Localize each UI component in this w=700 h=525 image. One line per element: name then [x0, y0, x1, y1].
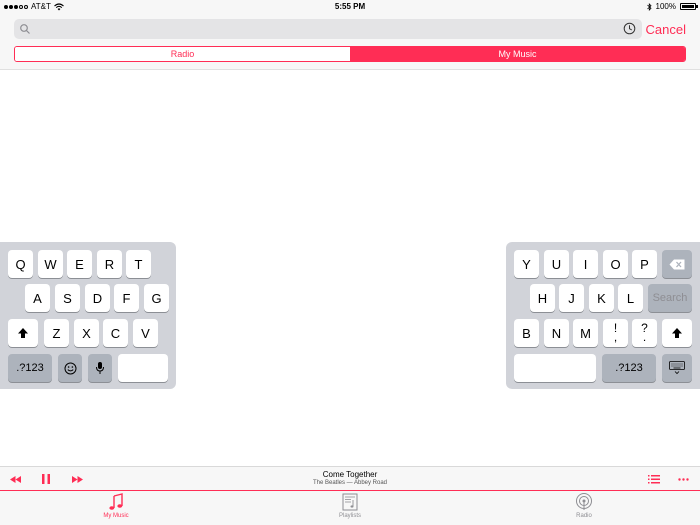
key-i[interactable]: I — [573, 250, 598, 278]
bluetooth-icon — [646, 2, 652, 11]
tab-playlists-label: Playlists — [338, 513, 361, 519]
numbers-key-left[interactable]: .?123 — [8, 354, 52, 382]
key-w[interactable]: W — [38, 250, 63, 278]
now-playing-bar[interactable]: Come Together The Beatles — Abbey Road — [0, 466, 700, 491]
backspace-icon — [669, 259, 685, 269]
key-question-period[interactable]: ?. — [632, 319, 657, 347]
key-l[interactable]: L — [618, 284, 643, 312]
cancel-button[interactable]: Cancel — [646, 22, 686, 37]
tab-my-music-label: My Music — [103, 513, 129, 519]
search-icon — [20, 24, 30, 34]
emoji-icon — [64, 362, 76, 374]
segment-my-music[interactable]: My Music — [350, 47, 685, 61]
status-bar: AT&T 5:55 PM 100% — [0, 0, 700, 14]
search-input[interactable] — [36, 19, 616, 39]
key-z[interactable]: Z — [44, 319, 69, 347]
tab-radio[interactable]: Radio — [544, 493, 624, 519]
search-header: Cancel Radio My Music — [0, 14, 700, 70]
keyboard-right-half: Y U I O P H J K L Search B N M !, ?. .?1… — [506, 242, 700, 389]
tab-radio-label: Radio — [576, 513, 592, 519]
hide-keyboard-key[interactable] — [662, 354, 692, 382]
key-f[interactable]: F — [114, 284, 139, 312]
now-playing-subtitle: The Beatles — Abbey Road — [312, 480, 388, 486]
playlists-icon — [342, 493, 358, 511]
music-note-icon — [109, 493, 123, 510]
more-icon — [678, 477, 689, 481]
battery-icon — [680, 3, 698, 10]
emoji-key[interactable] — [58, 354, 82, 382]
shift-key-right[interactable] — [662, 319, 692, 347]
space-key-right[interactable] — [514, 354, 596, 382]
key-y[interactable]: Y — [514, 250, 539, 278]
key-e[interactable]: E — [67, 250, 92, 278]
key-g[interactable]: G — [144, 284, 169, 312]
radio-icon — [576, 493, 592, 510]
up-next-button[interactable] — [648, 473, 660, 485]
shift-icon — [18, 328, 28, 338]
key-u[interactable]: U — [544, 250, 569, 278]
key-j[interactable]: J — [559, 284, 584, 312]
key-d[interactable]: D — [85, 284, 110, 312]
status-right: 100% — [646, 2, 698, 11]
key-t[interactable]: T — [126, 250, 151, 278]
space-key-left[interactable] — [118, 354, 168, 382]
now-playing-title: Come Together — [322, 470, 378, 479]
key-period-bottom: . — [642, 330, 647, 344]
key-k[interactable]: K — [589, 284, 614, 312]
delete-key[interactable] — [662, 250, 692, 278]
source-segmented-control: Radio My Music — [14, 46, 686, 62]
tab-bar: My Music Playlists Radio — [0, 491, 700, 525]
shift-icon — [672, 328, 682, 338]
key-c[interactable]: C — [103, 319, 128, 347]
key-h[interactable]: H — [530, 284, 555, 312]
segment-radio[interactable]: Radio — [15, 47, 350, 61]
microphone-icon — [96, 362, 104, 374]
keyboard-dismiss-icon — [669, 361, 685, 375]
key-a[interactable]: A — [25, 284, 50, 312]
key-b[interactable]: B — [514, 319, 539, 347]
key-s[interactable]: S — [55, 284, 80, 312]
recent-searches-icon[interactable] — [623, 22, 636, 35]
list-icon — [648, 474, 660, 483]
battery-percent: 100% — [655, 2, 676, 11]
search-key[interactable]: Search — [648, 284, 692, 312]
key-m[interactable]: M — [573, 319, 598, 347]
key-v[interactable]: V — [133, 319, 158, 347]
dictation-key[interactable] — [88, 354, 112, 382]
key-n[interactable]: N — [544, 319, 569, 347]
key-comma-bottom: , — [613, 330, 618, 344]
numbers-key-right[interactable]: .?123 — [602, 354, 656, 382]
shift-key-left[interactable] — [8, 319, 38, 347]
key-r[interactable]: R — [97, 250, 122, 278]
more-button[interactable] — [678, 473, 689, 485]
key-p[interactable]: P — [632, 250, 657, 278]
tab-playlists[interactable]: Playlists — [310, 493, 390, 519]
tab-my-music[interactable]: My Music — [76, 493, 156, 519]
search-field[interactable] — [14, 19, 642, 39]
keyboard-left-half: Q W E R T A S D F G Z X C V .?123 — [0, 242, 176, 389]
key-x[interactable]: X — [74, 319, 99, 347]
key-q[interactable]: Q — [8, 250, 33, 278]
status-time: 5:55 PM — [334, 2, 366, 11]
key-exclamation-comma[interactable]: !, — [603, 319, 628, 347]
key-o[interactable]: O — [603, 250, 628, 278]
